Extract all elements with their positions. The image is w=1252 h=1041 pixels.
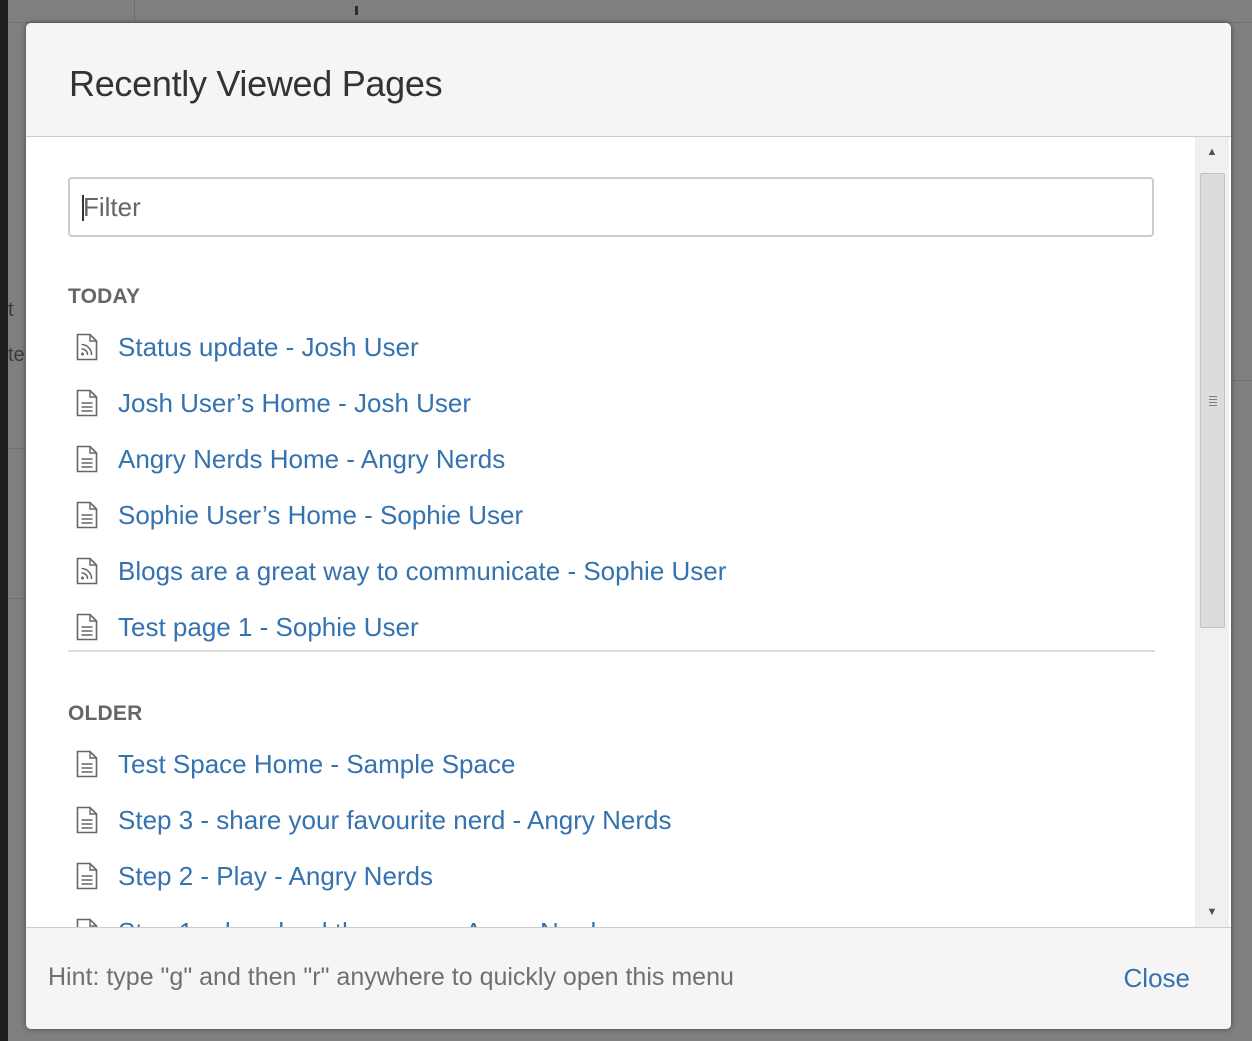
section-divider: [68, 650, 1155, 652]
scroll-up-arrow-icon[interactable]: ▲: [1195, 137, 1229, 167]
section-label-today: TODAY: [68, 285, 141, 308]
page-link[interactable]: Josh User’s Home - Josh User: [118, 388, 471, 419]
dialog-footer: Hint: type "g" and then "r" anywhere to …: [26, 927, 1231, 1029]
section-label-older: OLDER: [68, 702, 143, 725]
page-link[interactable]: Status update - Josh User: [118, 332, 419, 363]
page-link[interactable]: Step 2 - Play - Angry Nerds: [118, 861, 433, 892]
dialog-body: TODAY Status update - Josh User Josh Use…: [26, 137, 1194, 927]
page-icon: [76, 918, 98, 927]
page-icon: [76, 501, 98, 529]
list-item[interactable]: Step 1 - download the game - Angry Nerds: [76, 904, 672, 927]
page-icon: [76, 862, 98, 890]
window-edge: [0, 0, 8, 1041]
list-item[interactable]: Josh User’s Home - Josh User: [76, 375, 726, 431]
list-item[interactable]: Angry Nerds Home - Angry Nerds: [76, 431, 726, 487]
background-text: te: [8, 344, 25, 366]
list-item[interactable]: Step 2 - Play - Angry Nerds: [76, 848, 672, 904]
list-item[interactable]: Test Space Home - Sample Space: [76, 736, 672, 792]
recently-viewed-dialog: Recently Viewed Pages TODAY Status updat…: [26, 23, 1231, 1029]
page-link[interactable]: Test page 1 - Sophie User: [118, 612, 419, 643]
scroll-thumb[interactable]: [1200, 173, 1225, 628]
text-caret: [82, 195, 84, 221]
list-item[interactable]: Status update - Josh User: [76, 319, 726, 375]
page-icon: [76, 389, 98, 417]
list-item[interactable]: Test page 1 - Sophie User: [76, 599, 726, 655]
grip-icon: [1209, 396, 1217, 408]
close-button[interactable]: Close: [1124, 963, 1190, 994]
page-link[interactable]: Angry Nerds Home - Angry Nerds: [118, 444, 505, 475]
page-icon: [76, 750, 98, 778]
blog-post-icon: [76, 557, 98, 585]
dialog-title: Recently Viewed Pages: [69, 63, 443, 104]
page-link[interactable]: Step 1 - download the game - Angry Nerds: [118, 917, 609, 928]
list-item[interactable]: Step 3 - share your favourite nerd - Ang…: [76, 792, 672, 848]
list-item[interactable]: Sophie User’s Home - Sophie User: [76, 487, 726, 543]
list-item[interactable]: Blogs are a great way to communicate - S…: [76, 543, 726, 599]
page-icon: [76, 445, 98, 473]
page-link[interactable]: Sophie User’s Home - Sophie User: [118, 500, 523, 531]
today-page-list: Status update - Josh User Josh User’s Ho…: [76, 319, 726, 655]
keyboard-hint: Hint: type "g" and then "r" anywhere to …: [48, 963, 734, 991]
vertical-scrollbar[interactable]: ▲ ▼: [1195, 137, 1229, 927]
dialog-header: Recently Viewed Pages: [26, 23, 1231, 137]
scroll-down-arrow-icon[interactable]: ▼: [1195, 897, 1229, 927]
background-divider: [134, 0, 135, 22]
page-link[interactable]: Step 3 - share your favourite nerd - Ang…: [118, 805, 672, 836]
page-link[interactable]: Test Space Home - Sample Space: [118, 749, 515, 780]
page-link[interactable]: Blogs are a great way to communicate - S…: [118, 556, 726, 587]
page-icon: [76, 806, 98, 834]
background-header: [8, 0, 1252, 23]
background-header-mark: [355, 6, 358, 15]
page-icon: [76, 613, 98, 641]
blog-post-icon: [76, 333, 98, 361]
filter-input[interactable]: [68, 177, 1154, 237]
background-text: t: [8, 299, 14, 321]
older-page-list: Test Space Home - Sample Space Step 3 - …: [76, 736, 672, 927]
